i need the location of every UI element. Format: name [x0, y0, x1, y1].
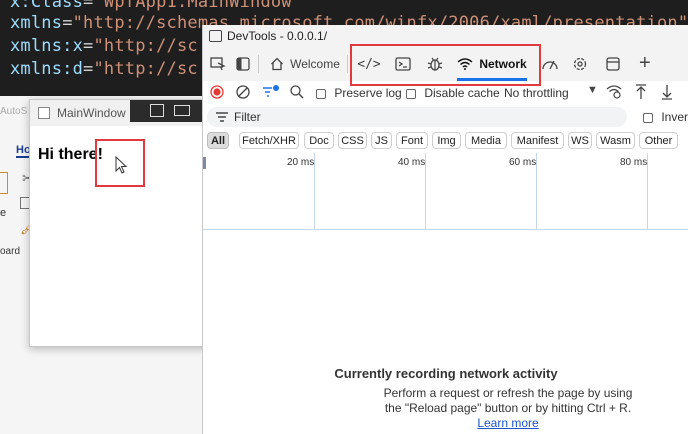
settings-gear-icon[interactable]	[572, 56, 588, 72]
filter-placeholder: Filter	[234, 110, 261, 124]
type-other[interactable]: Other	[639, 132, 678, 149]
code-eq: =	[83, 0, 94, 12]
empty-state-title: Currently recording network activity	[334, 366, 558, 381]
timeline-label: 60 ms	[509, 157, 537, 168]
code-attr: x:Class	[10, 0, 84, 12]
empty-state-text: Perform a request or refresh the page by…	[383, 386, 633, 415]
paste-label: e	[0, 207, 7, 219]
timeline-label: 80 ms	[620, 157, 648, 168]
network-conditions-icon[interactable]	[606, 85, 622, 99]
application-icon[interactable]	[606, 57, 620, 71]
preserve-log-label: Preserve log	[334, 86, 402, 100]
invert-checkbox[interactable]	[643, 112, 653, 123]
type-wasm[interactable]: Wasm	[596, 132, 635, 149]
tab-welcome[interactable]: Welcome	[265, 47, 345, 81]
type-fetch-xhr[interactable]: Fetch/XHR	[239, 132, 299, 149]
add-tab-icon[interactable]: +	[639, 51, 651, 75]
code-value: "http://sc	[93, 59, 198, 79]
learn-more-link[interactable]: Learn more	[477, 416, 538, 430]
highlight-box	[350, 44, 541, 86]
type-css[interactable]: CSS	[338, 132, 367, 149]
preserve-log-toggle[interactable]: Preserve log	[316, 86, 402, 100]
tab-divider	[347, 55, 348, 73]
record-icon[interactable]	[210, 85, 224, 99]
throttling-select[interactable]: No throttling	[504, 86, 569, 100]
hello-text: Hi there!	[38, 146, 103, 163]
code-attr: xmlns:x	[10, 36, 84, 56]
disable-cache-checkbox[interactable]	[406, 88, 416, 99]
resource-type-filter: All Fetch/XHR Doc CSS JS Font Img Media …	[203, 129, 688, 154]
window-title: MainWindow	[57, 106, 126, 120]
timeline-handle[interactable]	[203, 157, 206, 169]
code-attr: xmlns	[10, 13, 63, 33]
devtools-app-icon	[209, 30, 222, 42]
device-emulation-icon[interactable]	[236, 57, 250, 71]
code-value: "WpfApp1.MainWindow"	[93, 0, 303, 12]
tab-divider	[258, 55, 259, 73]
type-font[interactable]: Font	[396, 132, 428, 149]
import-har-icon[interactable]	[635, 84, 647, 100]
export-har-icon[interactable]	[661, 84, 673, 100]
disable-cache-label: Disable cache	[424, 86, 500, 100]
home-icon	[271, 57, 284, 71]
mouse-cursor-icon	[115, 156, 128, 174]
invert-label: Invert	[661, 110, 688, 124]
timeline-label: 20 ms	[287, 157, 315, 168]
filter-bar: Filter Invert	[203, 105, 688, 129]
type-media[interactable]: Media	[465, 132, 507, 149]
code-value: "http://sc	[93, 36, 198, 56]
code-eq: =	[83, 36, 94, 56]
empty-state-body: Perform a request or refresh the page by…	[382, 386, 634, 431]
clipboard-label: oard	[0, 246, 21, 257]
invert-toggle[interactable]: Invert	[643, 110, 688, 124]
devtools-window: DevTools - 0.0.0.1/ Welcome </> Network …	[202, 25, 688, 434]
throttling-value: No throttling	[504, 86, 569, 100]
type-all[interactable]: All	[207, 132, 229, 149]
code-line: xmlns:x="http://sc	[10, 36, 198, 56]
main-window: MainWindow Hi there!	[29, 99, 211, 347]
filter-lines-icon	[216, 112, 228, 122]
select-element-icon[interactable]	[150, 104, 164, 117]
tab-welcome-label: Welcome	[290, 57, 340, 71]
type-manifest[interactable]: Manifest	[511, 132, 564, 149]
window-app-icon	[38, 107, 50, 119]
timeline-label: 40 ms	[398, 157, 426, 168]
code-eq: =	[83, 59, 94, 79]
type-doc[interactable]: Doc	[304, 132, 334, 149]
devtools-title: DevTools - 0.0.0.1/	[227, 29, 328, 43]
performance-icon[interactable]	[541, 57, 559, 71]
inspect-element-icon[interactable]	[210, 57, 226, 71]
window-titlebar: MainWindow	[30, 100, 210, 126]
type-ws[interactable]: WS	[568, 132, 592, 149]
code-attr: xmlns:d	[10, 59, 84, 79]
type-img[interactable]: Img	[432, 132, 461, 149]
throttling-dropdown-icon[interactable]: ▼	[587, 84, 598, 96]
search-icon[interactable]	[290, 85, 304, 99]
filter-funnel-icon[interactable]	[262, 84, 280, 100]
filter-input[interactable]: Filter	[207, 107, 627, 127]
code-line: x:Class="WpfApp1.MainWindow"	[10, 0, 302, 12]
network-overview-timeline[interactable]: 20 ms 40 ms 60 ms 80 ms	[203, 153, 688, 230]
disable-cache-toggle[interactable]: Disable cache	[406, 86, 500, 100]
preserve-log-checkbox[interactable]	[316, 88, 326, 99]
display-layout-icon[interactable]	[174, 105, 190, 116]
type-js[interactable]: JS	[371, 132, 392, 149]
code-eq: =	[62, 13, 73, 33]
debug-toolbar	[130, 100, 210, 122]
autosave-label: AutoS	[0, 106, 28, 117]
code-line: xmlns:d="http://sc	[10, 59, 198, 79]
clear-icon[interactable]	[236, 85, 250, 99]
paste-icon[interactable]	[0, 172, 8, 194]
